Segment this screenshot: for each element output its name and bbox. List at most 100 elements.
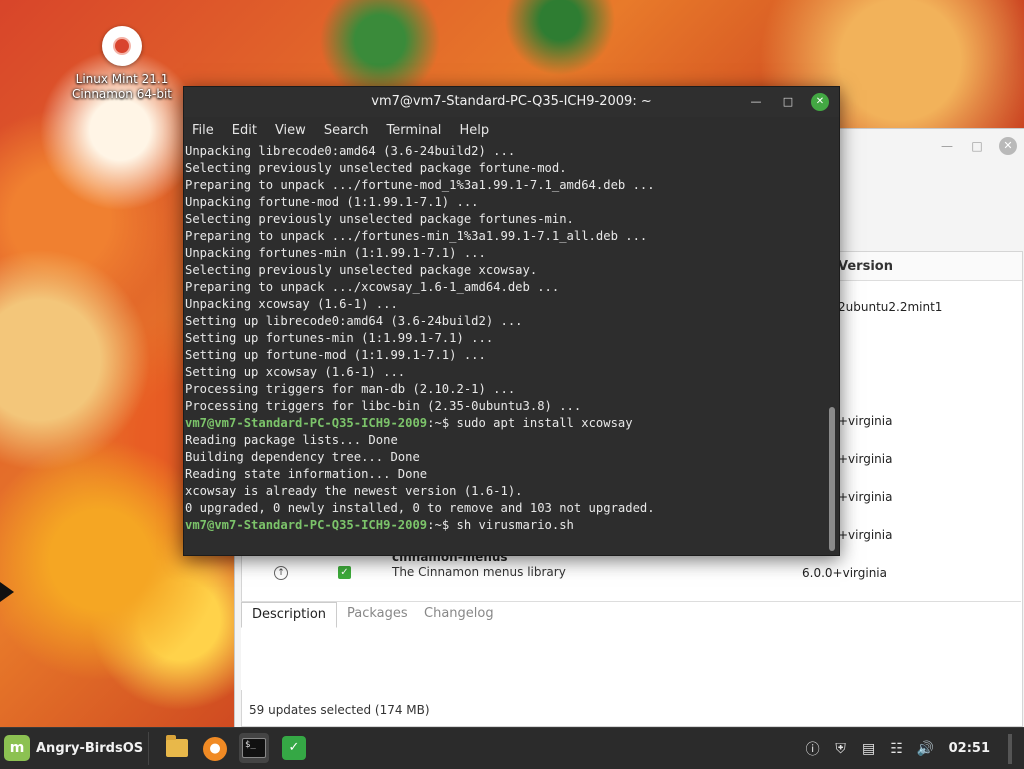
terminal-line: vm7@vm7-Standard-PC-Q35-ICH9-2009:~$ sh … (185, 517, 825, 534)
terminal-line-text: Unpacking fortune-mod (1:1.99.1-7.1) ... (185, 195, 479, 209)
terminal-line-text: :~$ sh virusmario.sh (427, 518, 574, 532)
terminal-line-text: Unpacking librecode0:amd64 (3.6-24build2… (185, 144, 516, 158)
terminal-line: Selecting previously unselected package … (185, 211, 825, 228)
terminal-menubar: File Edit View Search Terminal Help (184, 117, 839, 143)
terminal-line: Setting up librecode0:amd64 (3.6-24build… (185, 313, 825, 330)
menu-terminal[interactable]: Terminal (386, 123, 441, 138)
terminal-window-controls: — □ ✕ (747, 93, 829, 111)
terminal-line-text: xcowsay is already the newest version (1… (185, 484, 523, 498)
terminal-line: Setting up xcowsay (1.6-1) ... (185, 364, 825, 381)
terminal-line-text: Preparing to unpack .../fortune-mod_1%3a… (185, 178, 655, 192)
terminal-line-text: Preparing to unpack .../xcowsay_1.6-1_am… (185, 280, 560, 294)
tab-packages[interactable]: Packages (337, 602, 418, 626)
terminal-line: Preparing to unpack .../fortunes-min_1%3… (185, 228, 825, 245)
start-menu-button[interactable]: m Angry-BirdsOS (4, 735, 143, 761)
terminal-line: Preparing to unpack .../fortune-mod_1%3a… (185, 177, 825, 194)
minimize-icon[interactable]: — (939, 139, 955, 153)
terminal-line: Selecting previously unselected package … (185, 262, 825, 279)
disc-icon (102, 26, 142, 66)
terminal-line: Unpacking fortunes-min (1:1.99.1-7.1) ..… (185, 245, 825, 262)
terminal-scrollbar[interactable] (829, 407, 835, 551)
mint-logo-icon: m (4, 735, 30, 761)
maximize-icon[interactable]: □ (969, 139, 985, 153)
notification-icon[interactable]: ⓘ (805, 739, 821, 759)
terminal-output[interactable]: Unpacking librecode0:amd64 (3.6-24build2… (185, 143, 825, 553)
taskbar-app-firefox[interactable]: ● (199, 733, 229, 763)
column-header-version[interactable]: Version (838, 259, 893, 274)
terminal-line: Processing triggers for man-db (2.10.2-1… (185, 381, 825, 398)
row-checkbox[interactable]: ✓ (338, 566, 351, 579)
terminal-line-text: Setting up librecode0:amd64 (3.6-24build… (185, 314, 523, 328)
terminal-line: Reading state information... Done (185, 466, 825, 483)
terminal-window[interactable]: vm7@vm7-Standard-PC-Q35-ICH9-2009: ~ — □… (183, 86, 840, 556)
terminal-line-text: Selecting previously unselected package … (185, 161, 567, 175)
terminal-line-text: Unpacking fortunes-min (1:1.99.1-7.1) ..… (185, 246, 486, 260)
clipboard-icon[interactable]: ▤ (861, 741, 877, 757)
upgrade-arrow-icon: ↑ (274, 566, 288, 580)
details-tabs: Description Packages Changelog (241, 601, 1021, 690)
table-row[interactable]: ↑ ✓ cinnamon-menus The Cinnamon menus li… (242, 550, 1022, 594)
status-text: 59 updates selected (174 MB) (249, 703, 430, 717)
show-desktop-button[interactable] (1008, 733, 1012, 764)
row-version: +virginia (838, 528, 893, 542)
terminal-icon: $_ (242, 738, 266, 758)
taskbar-app-update-manager[interactable]: ✓ (279, 733, 309, 763)
terminal-titlebar[interactable]: vm7@vm7-Standard-PC-Q35-ICH9-2009: ~ — □… (184, 87, 839, 117)
volume-icon[interactable]: 🔊 (917, 741, 934, 757)
menu-search[interactable]: Search (324, 123, 369, 138)
close-icon[interactable]: ✕ (999, 137, 1017, 155)
taskbar: m Angry-BirdsOS ● $_ ✓ ⓘ ⛨ ▤ ☷ 🔊 02:51 (0, 727, 1024, 769)
terminal-line-text: Selecting previously unselected package … (185, 263, 538, 277)
terminal-line: Processing triggers for libc-bin (2.35-0… (185, 398, 825, 415)
package-description: The Cinnamon menus library (392, 565, 566, 579)
terminal-line: Unpacking librecode0:amd64 (3.6-24build2… (185, 143, 825, 160)
terminal-line-text: 0 upgraded, 0 newly installed, 0 to remo… (185, 501, 655, 515)
taskbar-app-files[interactable] (160, 733, 190, 763)
terminal-line: Preparing to unpack .../xcowsay_1.6-1_am… (185, 279, 825, 296)
terminal-line: Reading package lists... Done (185, 432, 825, 449)
update-manager-window-controls: — □ ✕ (939, 137, 1017, 155)
tab-changelog[interactable]: Changelog (414, 602, 504, 626)
menu-file[interactable]: File (192, 123, 214, 138)
terminal-line: Selecting previously unselected package … (185, 160, 825, 177)
terminal-line-text: Setting up xcowsay (1.6-1) ... (185, 365, 406, 379)
desktop-icon-label: Linux Mint 21.1 Cinnamon 64-bit (72, 72, 172, 101)
terminal-line: Building dependency tree... Done (185, 449, 825, 466)
terminal-line-text: Building dependency tree... Done (185, 450, 420, 464)
menu-view[interactable]: View (275, 123, 306, 138)
terminal-line-text: Processing triggers for man-db (2.10.2-1… (185, 382, 516, 396)
tab-description[interactable]: Description (241, 602, 338, 628)
menu-help[interactable]: Help (459, 123, 489, 138)
terminal-line-text: Reading package lists... Done (185, 433, 398, 447)
maximize-button[interactable]: □ (779, 93, 797, 111)
clock[interactable]: 02:51 (949, 741, 990, 756)
terminal-line: Unpacking fortune-mod (1:1.99.1-7.1) ... (185, 194, 825, 211)
shield-update-icon[interactable]: ⛨ (833, 741, 849, 757)
mouse-pointer-icon (0, 582, 14, 602)
terminal-line-text: :~$ sudo apt install xcowsay (427, 416, 633, 430)
network-icon[interactable]: ☷ (889, 741, 905, 757)
row-version: 2ubuntu2.2mint1 (838, 300, 943, 314)
row-version: +virginia (838, 452, 893, 466)
folder-icon (166, 735, 188, 757)
terminal-line-text: Setting up fortunes-min (1:1.99.1-7.1) .… (185, 331, 494, 345)
terminal-line-text: Unpacking xcowsay (1.6-1) ... (185, 297, 398, 311)
terminal-line: 0 upgraded, 0 newly installed, 0 to remo… (185, 500, 825, 517)
desktop-icon-linux-mint[interactable]: Linux Mint 21.1 Cinnamon 64-bit (62, 26, 182, 102)
terminal-line: Unpacking xcowsay (1.6-1) ... (185, 296, 825, 313)
row-version: +virginia (838, 414, 893, 428)
terminal-line: Setting up fortunes-min (1:1.99.1-7.1) .… (185, 330, 825, 347)
terminal-line-text: Preparing to unpack .../fortunes-min_1%3… (185, 229, 648, 243)
terminal-line-text: Processing triggers for libc-bin (2.35-0… (185, 399, 582, 413)
terminal-line: vm7@vm7-Standard-PC-Q35-ICH9-2009:~$ sud… (185, 415, 825, 432)
minimize-button[interactable]: — (747, 93, 765, 111)
taskbar-app-terminal[interactable]: $_ (239, 733, 269, 763)
terminal-line: Setting up fortune-mod (1:1.99.1-7.1) ..… (185, 347, 825, 364)
menu-edit[interactable]: Edit (232, 123, 257, 138)
terminal-line: xcowsay is already the newest version (1… (185, 483, 825, 500)
shield-icon: ✓ (282, 736, 306, 760)
terminal-line-text: Reading state information... Done (185, 467, 428, 481)
close-button[interactable]: ✕ (811, 93, 829, 111)
taskbar-separator (148, 732, 149, 765)
terminal-prompt: vm7@vm7-Standard-PC-Q35-ICH9-2009 (185, 518, 428, 532)
